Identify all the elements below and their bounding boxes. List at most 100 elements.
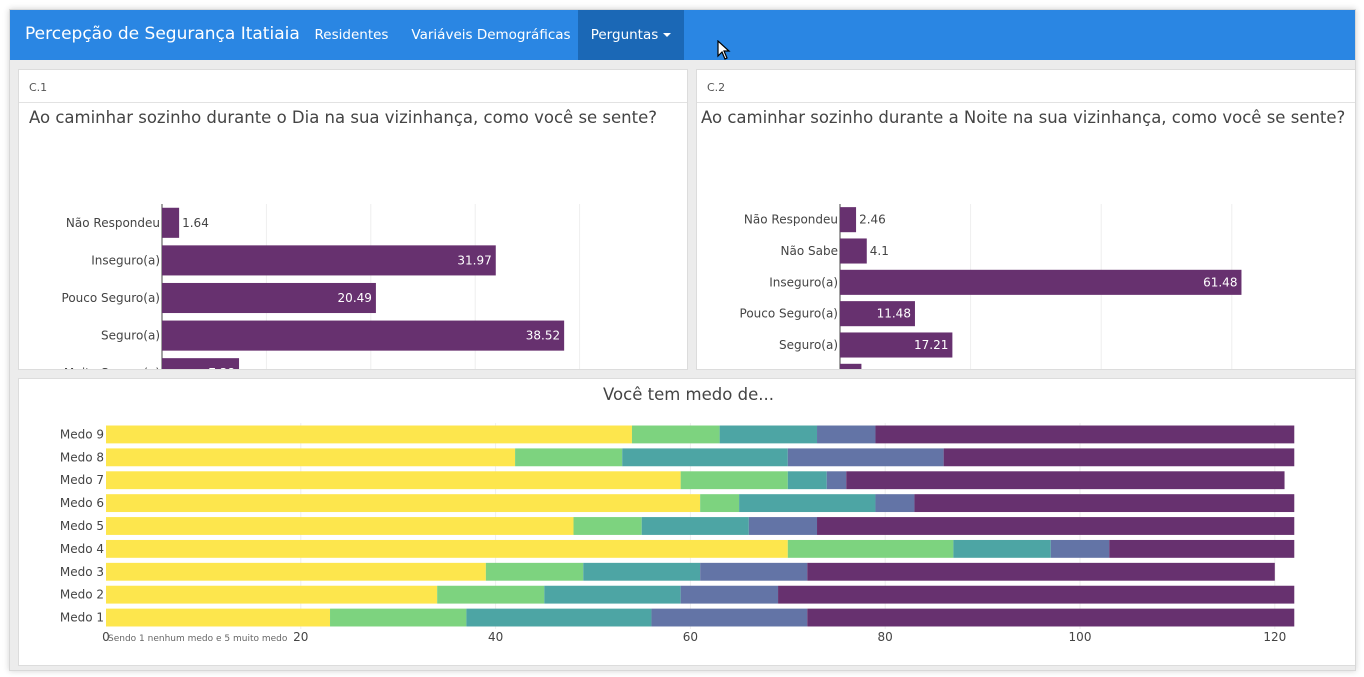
panel-c2: C.2 Ao caminhar sozinho durante a Noite … <box>696 69 1355 370</box>
stacked-bar-segment <box>515 448 623 467</box>
stacked-bar-segment <box>739 494 876 513</box>
value-label: 3.28 <box>864 369 891 370</box>
category-label: Medo 2 <box>60 588 104 602</box>
stacked-bar-segment <box>748 517 818 535</box>
stacked-bar-segment <box>106 425 632 444</box>
category-label: Medo 6 <box>60 496 104 510</box>
category-label: Muito Seguro(a) <box>742 369 838 370</box>
stacked-bar-segment <box>807 562 1275 581</box>
navbar: Percepção de Segurança Itatiaia Resident… <box>10 10 1355 60</box>
stacked-bar-segment <box>817 517 1295 535</box>
category-label: Não Respondeu <box>66 216 160 230</box>
category-label: Muito Seguro(a) <box>64 366 160 370</box>
category-label: Não Sabe <box>781 244 838 258</box>
stacked-bar-segment <box>787 448 944 467</box>
bar <box>162 245 496 276</box>
x-tick-label: 100 <box>1069 630 1092 644</box>
category-label: Medo 4 <box>60 542 104 556</box>
stacked-bar-segment <box>826 471 847 490</box>
value-label: 11.48 <box>877 307 911 321</box>
stacked-bar-segment <box>914 494 1295 513</box>
category-label: Seguro(a) <box>101 329 160 343</box>
bar <box>840 363 862 369</box>
value-label: 2.46 <box>859 213 886 227</box>
stacked-bar-segment <box>651 608 808 627</box>
category-label: Não Respondeu <box>744 213 838 227</box>
stacked-bar-segment <box>778 585 1295 604</box>
stacked-bar-segment <box>700 562 808 581</box>
stacked-bar-segment <box>719 425 818 444</box>
bar <box>840 238 867 264</box>
nav-residentes[interactable]: Residentes <box>306 10 397 60</box>
x-tick-label: 20 <box>293 630 308 644</box>
stacked-bar-segment <box>875 494 915 513</box>
bar <box>162 320 565 351</box>
stacked-bar-segment <box>817 425 876 444</box>
stacked-bar-segment <box>106 608 331 627</box>
value-label: 17.21 <box>914 338 948 352</box>
category-label: Inseguro(a) <box>769 275 838 289</box>
stacked-bar-segment <box>807 608 1295 627</box>
stacked-bar-segment <box>680 585 779 604</box>
stacked-bar-segment <box>680 471 788 490</box>
stacked-bar-segment <box>1050 539 1110 558</box>
chart-medo: 0 20 40 60 80 100 120Medo 9Medo 8Medo 7Medo 6M… <box>60 423 1295 644</box>
category-label: Medo 5 <box>60 519 104 533</box>
value-label: 20.49 <box>338 291 372 305</box>
stacked-bar-segment <box>106 448 516 467</box>
stacked-bar-segment <box>330 608 467 627</box>
category-label: Medo 9 <box>60 427 104 441</box>
value-label: 38.52 <box>526 329 560 343</box>
stacked-bar-segment <box>544 585 681 604</box>
stacked-bar-segment <box>106 562 486 581</box>
panel-medo: Você tem medo de... 0 20 40 60 80 100 120 Medo … <box>18 378 1355 666</box>
stacked-bar-segment <box>875 425 1295 444</box>
value-label: 31.97 <box>457 253 491 267</box>
stacked-bar-segment <box>631 425 720 444</box>
panel-c1-label: C.1 <box>29 81 48 94</box>
nav-variaveis-demograficas[interactable]: Variáveis Demográficas <box>406 10 576 60</box>
stacked-bar-segment <box>106 539 788 558</box>
app-window: Percepção de Segurança Itatiaia Resident… <box>9 9 1356 671</box>
value-label: 7.38 <box>208 366 235 370</box>
stacked-bar-segment <box>846 471 1285 490</box>
category-label: Pouco Seguro(a) <box>62 291 160 305</box>
bar <box>162 207 180 238</box>
category-label: Medo 8 <box>60 450 104 464</box>
stacked-bar-segment <box>466 608 652 627</box>
nav-perguntas-dropdown[interactable]: Perguntas <box>578 10 684 60</box>
stacked-bar-segment <box>943 448 1295 467</box>
category-label: Seguro(a) <box>779 338 838 352</box>
x-tick-label: 40 <box>488 630 503 644</box>
stacked-bar-segment <box>787 471 827 490</box>
stacked-bar-segment <box>573 517 642 535</box>
stacked-bar-segment <box>106 585 438 604</box>
stacked-bar-segment <box>437 585 545 604</box>
x-tick-label: 120 <box>1263 630 1286 644</box>
stacked-bar-segment <box>583 562 701 581</box>
value-label: 4.1 <box>870 244 889 258</box>
category-label: Medo 1 <box>60 611 104 625</box>
stacked-bar-segment <box>485 562 584 581</box>
stacked-bar-segment <box>106 517 574 535</box>
x-tick-label: 80 <box>878 630 893 644</box>
panel-c1: C.1 Ao caminhar sozinho durante o Dia na… <box>18 69 688 370</box>
chart-c2: 0204060Não Respondeu2.46Não Sabe4.1Inseg… <box>740 204 1242 370</box>
value-label: 1.64 <box>182 216 209 230</box>
panel-c1-header: C.1 <box>19 70 687 103</box>
stacked-bar-segment <box>641 517 749 535</box>
x-tick-label: 60 <box>683 630 698 644</box>
category-label: Pouco Seguro(a) <box>740 307 838 321</box>
stacked-bar-segment <box>700 494 740 513</box>
chart-c1: 010203040Não Respondeu1.64Inseguro(a)31.… <box>62 204 581 370</box>
bar <box>840 207 857 233</box>
stacked-bar-segment <box>106 494 701 513</box>
category-label: Medo 7 <box>60 473 104 487</box>
stacked-bar-segment <box>106 471 681 490</box>
bar <box>840 269 1242 295</box>
stacked-bar-segment <box>787 539 954 558</box>
value-label: 61.48 <box>1203 275 1237 289</box>
stacked-bar-segment <box>1109 539 1295 558</box>
stacked-bar-segment <box>953 539 1051 558</box>
app-title[interactable]: Percepção de Segurança Itatiaia <box>25 24 300 44</box>
